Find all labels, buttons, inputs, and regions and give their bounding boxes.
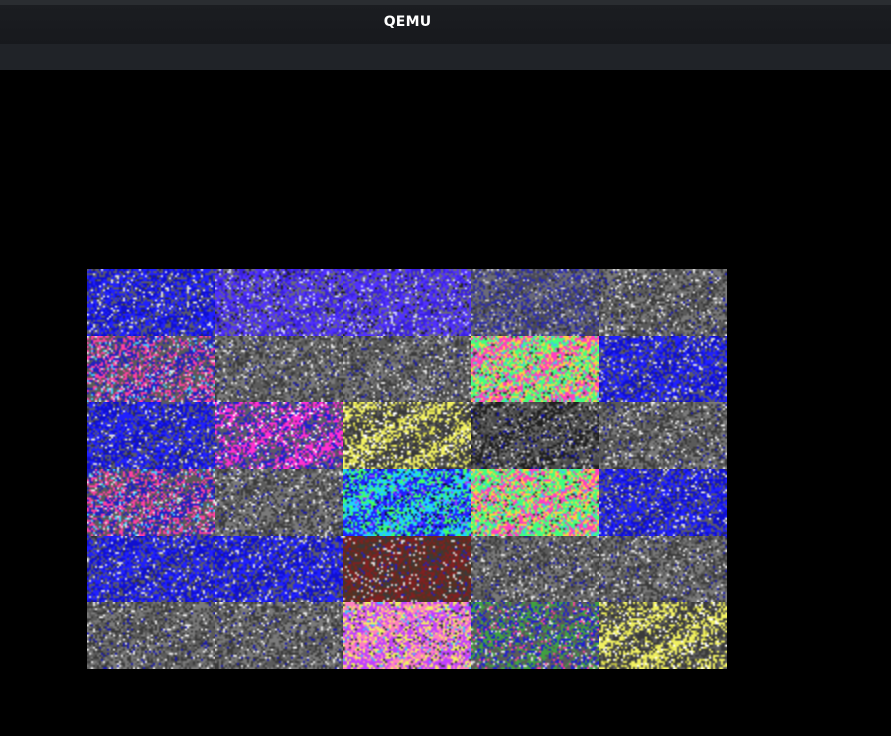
framebuffer-tile [599,402,727,469]
qemu-window: QEMU [0,0,891,736]
framebuffer-tile [471,468,599,536]
framebuffer-tile [599,535,727,603]
framebuffer-tile [343,335,471,403]
framebuffer-tile [215,402,343,469]
framebuffer-tile [343,402,471,469]
framebuffer-tile [343,535,471,603]
framebuffer-tile [471,535,599,603]
guest-framebuffer[interactable] [87,269,727,669]
framebuffer-tile [87,269,215,336]
title-bar[interactable]: QEMU [0,0,891,44]
framebuffer-tile [471,269,599,336]
framebuffer-tile [343,269,471,336]
vm-display[interactable] [0,70,891,736]
framebuffer-tile [87,335,215,403]
framebuffer-tile [343,602,471,669]
window-title: QEMU [383,14,432,30]
framebuffer-tile [87,402,215,469]
framebuffer-tile [599,602,727,669]
framebuffer-tile [215,535,343,603]
framebuffer-tile [87,468,215,536]
framebuffer-tile [215,468,343,536]
framebuffer-tile [215,335,343,403]
framebuffer-tile [471,335,599,403]
framebuffer-tile [599,269,727,336]
framebuffer-tile [471,602,599,669]
framebuffer-tile [215,269,343,336]
framebuffer-tile [343,468,471,536]
framebuffer-tile [599,335,727,403]
framebuffer-tile [599,468,727,536]
framebuffer-tile [471,402,599,469]
framebuffer-tile [87,535,215,603]
framebuffer-tile [215,602,343,669]
menu-bar [0,44,891,70]
framebuffer-tile [87,602,215,669]
